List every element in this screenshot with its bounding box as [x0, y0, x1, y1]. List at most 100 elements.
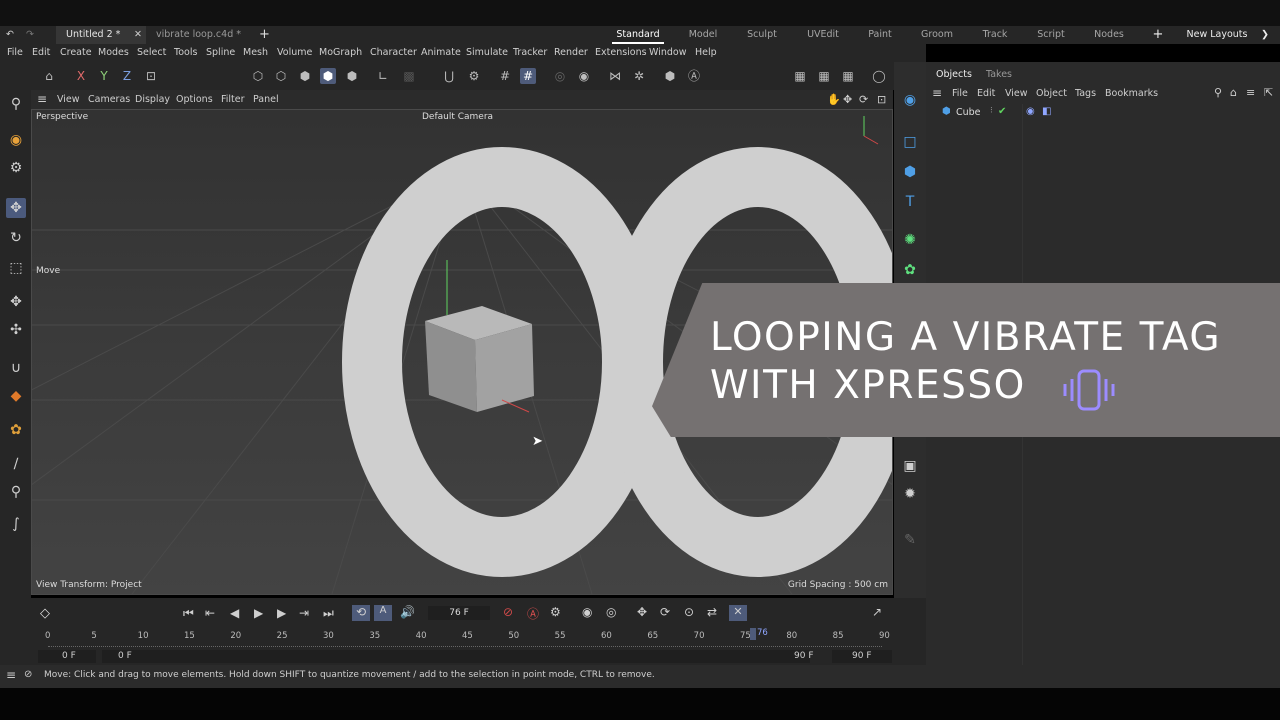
menu-edit[interactable]: Edit: [32, 44, 50, 62]
maximize-view-icon[interactable]: ⊡: [877, 90, 886, 109]
preview-start-field[interactable]: 0 F: [102, 650, 810, 663]
spline-object-icon[interactable]: □: [900, 132, 920, 152]
xpresso-tag-icon[interactable]: ◧: [1042, 106, 1051, 117]
align-icon[interactable]: Ⓐ: [686, 68, 702, 84]
menu-spline[interactable]: Spline: [206, 44, 235, 62]
menu-window[interactable]: Window: [649, 44, 686, 62]
pen-disabled-icon[interactable]: ✎: [900, 530, 920, 550]
axis-z-toggle[interactable]: Z: [119, 68, 135, 84]
cube-object-icon[interactable]: ⬢: [900, 162, 920, 182]
render-view-icon[interactable]: ▦: [792, 68, 808, 84]
scale-transform-icon[interactable]: ✣: [6, 320, 26, 340]
axis-mode-icon[interactable]: ∟: [375, 68, 391, 84]
cube-object[interactable]: [425, 306, 534, 412]
object-mode-icon[interactable]: ⬢: [344, 68, 360, 84]
menu-create[interactable]: Create: [60, 44, 92, 62]
viewport-menu-panel[interactable]: Panel: [253, 90, 279, 109]
layout-groom[interactable]: Groom: [912, 26, 962, 44]
new-window-icon[interactable]: ⇱: [1264, 86, 1273, 99]
viewport-menu-view[interactable]: View: [57, 90, 80, 109]
generator-icon[interactable]: ✺: [900, 230, 920, 250]
sound-icon[interactable]: 🔊: [400, 605, 415, 619]
layout-sculpt[interactable]: Sculpt: [737, 26, 787, 44]
lock-icon[interactable]: ⬢: [662, 68, 678, 84]
polygons-mode-icon[interactable]: ⬢: [297, 68, 313, 84]
layout-nodes[interactable]: Nodes: [1084, 26, 1134, 44]
texture-mode-icon[interactable]: ▩: [401, 68, 417, 84]
render-settings-icon[interactable]: ▦: [840, 68, 856, 84]
layout-dropdown-icon[interactable]: ❯: [1256, 26, 1274, 44]
close-icon[interactable]: ✕: [134, 26, 142, 44]
scale-tool-icon[interactable]: ⬚: [6, 258, 26, 278]
objects-menu-bookmarks[interactable]: Bookmarks: [1105, 88, 1158, 99]
enabled-check-icon[interactable]: ✔: [998, 106, 1006, 117]
menu-select[interactable]: Select: [137, 44, 166, 62]
current-frame-field[interactable]: 76 F: [428, 606, 490, 620]
axis-y-toggle[interactable]: Y: [96, 68, 112, 84]
filter-icon[interactable]: ≡: [1246, 86, 1255, 99]
edges-mode-icon[interactable]: ⬡: [273, 68, 289, 84]
fcurve-icon[interactable]: ↗: [872, 605, 882, 619]
key-settings-icon[interactable]: ⚙: [550, 605, 561, 619]
orbit-icon[interactable]: ⟳: [859, 90, 868, 109]
layout-script[interactable]: Script: [1026, 26, 1076, 44]
objects-menu-edit[interactable]: Edit: [977, 88, 995, 99]
magnet-tool-icon[interactable]: ∪: [6, 358, 26, 378]
next-key-icon[interactable]: ⇥: [299, 606, 309, 620]
play-icon[interactable]: ▶: [254, 606, 263, 620]
go-to-end-icon[interactable]: ⏭: [323, 606, 334, 621]
go-to-start-icon[interactable]: ⏮: [183, 606, 194, 621]
menu-render[interactable]: Render: [554, 44, 588, 62]
viewport-menu-cameras[interactable]: Cameras: [88, 90, 130, 109]
viewport-hamburger-icon[interactable]: ≡: [37, 90, 47, 109]
status-menu-icon[interactable]: ≡: [6, 668, 16, 682]
camera-object-icon[interactable]: ▣: [900, 456, 920, 476]
menu-mesh[interactable]: Mesh: [243, 44, 268, 62]
start-frame-field[interactable]: 0 F: [38, 650, 96, 663]
key-pla-icon[interactable]: ✕: [729, 605, 747, 621]
redo-icon[interactable]: ↷: [26, 26, 40, 44]
dolly-icon[interactable]: ✥: [843, 90, 852, 109]
knife-tool-icon[interactable]: ⚲: [6, 482, 26, 502]
vibrate-tag-icon[interactable]: ◉: [1026, 106, 1035, 117]
coordinate-system-icon[interactable]: ⊡: [143, 68, 159, 84]
objects-menu-tags[interactable]: Tags: [1075, 88, 1096, 99]
tab-untitled[interactable]: Untitled 2 * ✕: [56, 26, 146, 44]
key-scale-icon[interactable]: ⊙: [684, 605, 694, 619]
mograph-icon[interactable]: ✿: [900, 260, 920, 280]
spline-pen-icon[interactable]: ∫: [6, 514, 26, 534]
undo-icon[interactable]: ↶: [6, 26, 20, 44]
viewport-menu-filter[interactable]: Filter: [221, 90, 245, 109]
end-frame-field[interactable]: 90 F: [832, 650, 892, 663]
refresh-icon[interactable]: ◯: [871, 68, 887, 84]
menu-help[interactable]: Help: [695, 44, 717, 62]
key-move-icon[interactable]: ✥: [637, 605, 647, 619]
home-icon[interactable]: ⌂: [1230, 86, 1237, 99]
paint-brush-icon[interactable]: ∕: [6, 454, 26, 474]
snap-settings-icon[interactable]: ⚙: [466, 68, 482, 84]
objects-menu-view[interactable]: View: [1005, 88, 1028, 99]
takes-tab[interactable]: Takes: [986, 69, 1012, 80]
loop-icon[interactable]: ⟲: [352, 605, 370, 621]
key-position-icon[interactable]: ◉: [582, 605, 592, 619]
search-icon[interactable]: ⚲: [6, 94, 26, 114]
visibility-dots-icon[interactable]: ⁝: [990, 106, 993, 116]
points-mode-icon[interactable]: ⬡: [250, 68, 266, 84]
pan-icon[interactable]: ✋: [827, 90, 841, 109]
symmetry-settings-icon[interactable]: ✲: [631, 68, 647, 84]
axis-x-toggle[interactable]: X: [73, 68, 89, 84]
text-object-icon[interactable]: T: [900, 192, 920, 212]
previous-frame-icon[interactable]: ◀: [230, 606, 239, 620]
playhead[interactable]: [750, 628, 756, 640]
viewport-menu-display[interactable]: Display: [135, 90, 170, 109]
menu-modes[interactable]: Modes: [98, 44, 129, 62]
light-object-icon[interactable]: ✹: [900, 484, 920, 504]
new-layouts-button[interactable]: New Layouts: [1184, 26, 1250, 44]
record-icon[interactable]: ⊘: [503, 605, 513, 619]
menu-tracker[interactable]: Tracker: [513, 44, 547, 62]
menu-file[interactable]: File: [7, 44, 23, 62]
menu-tools[interactable]: Tools: [174, 44, 197, 62]
camera-label[interactable]: Default Camera: [422, 112, 493, 122]
objects-menu-file[interactable]: File: [952, 88, 968, 99]
transform-tool-icon[interactable]: ✥: [6, 292, 26, 312]
